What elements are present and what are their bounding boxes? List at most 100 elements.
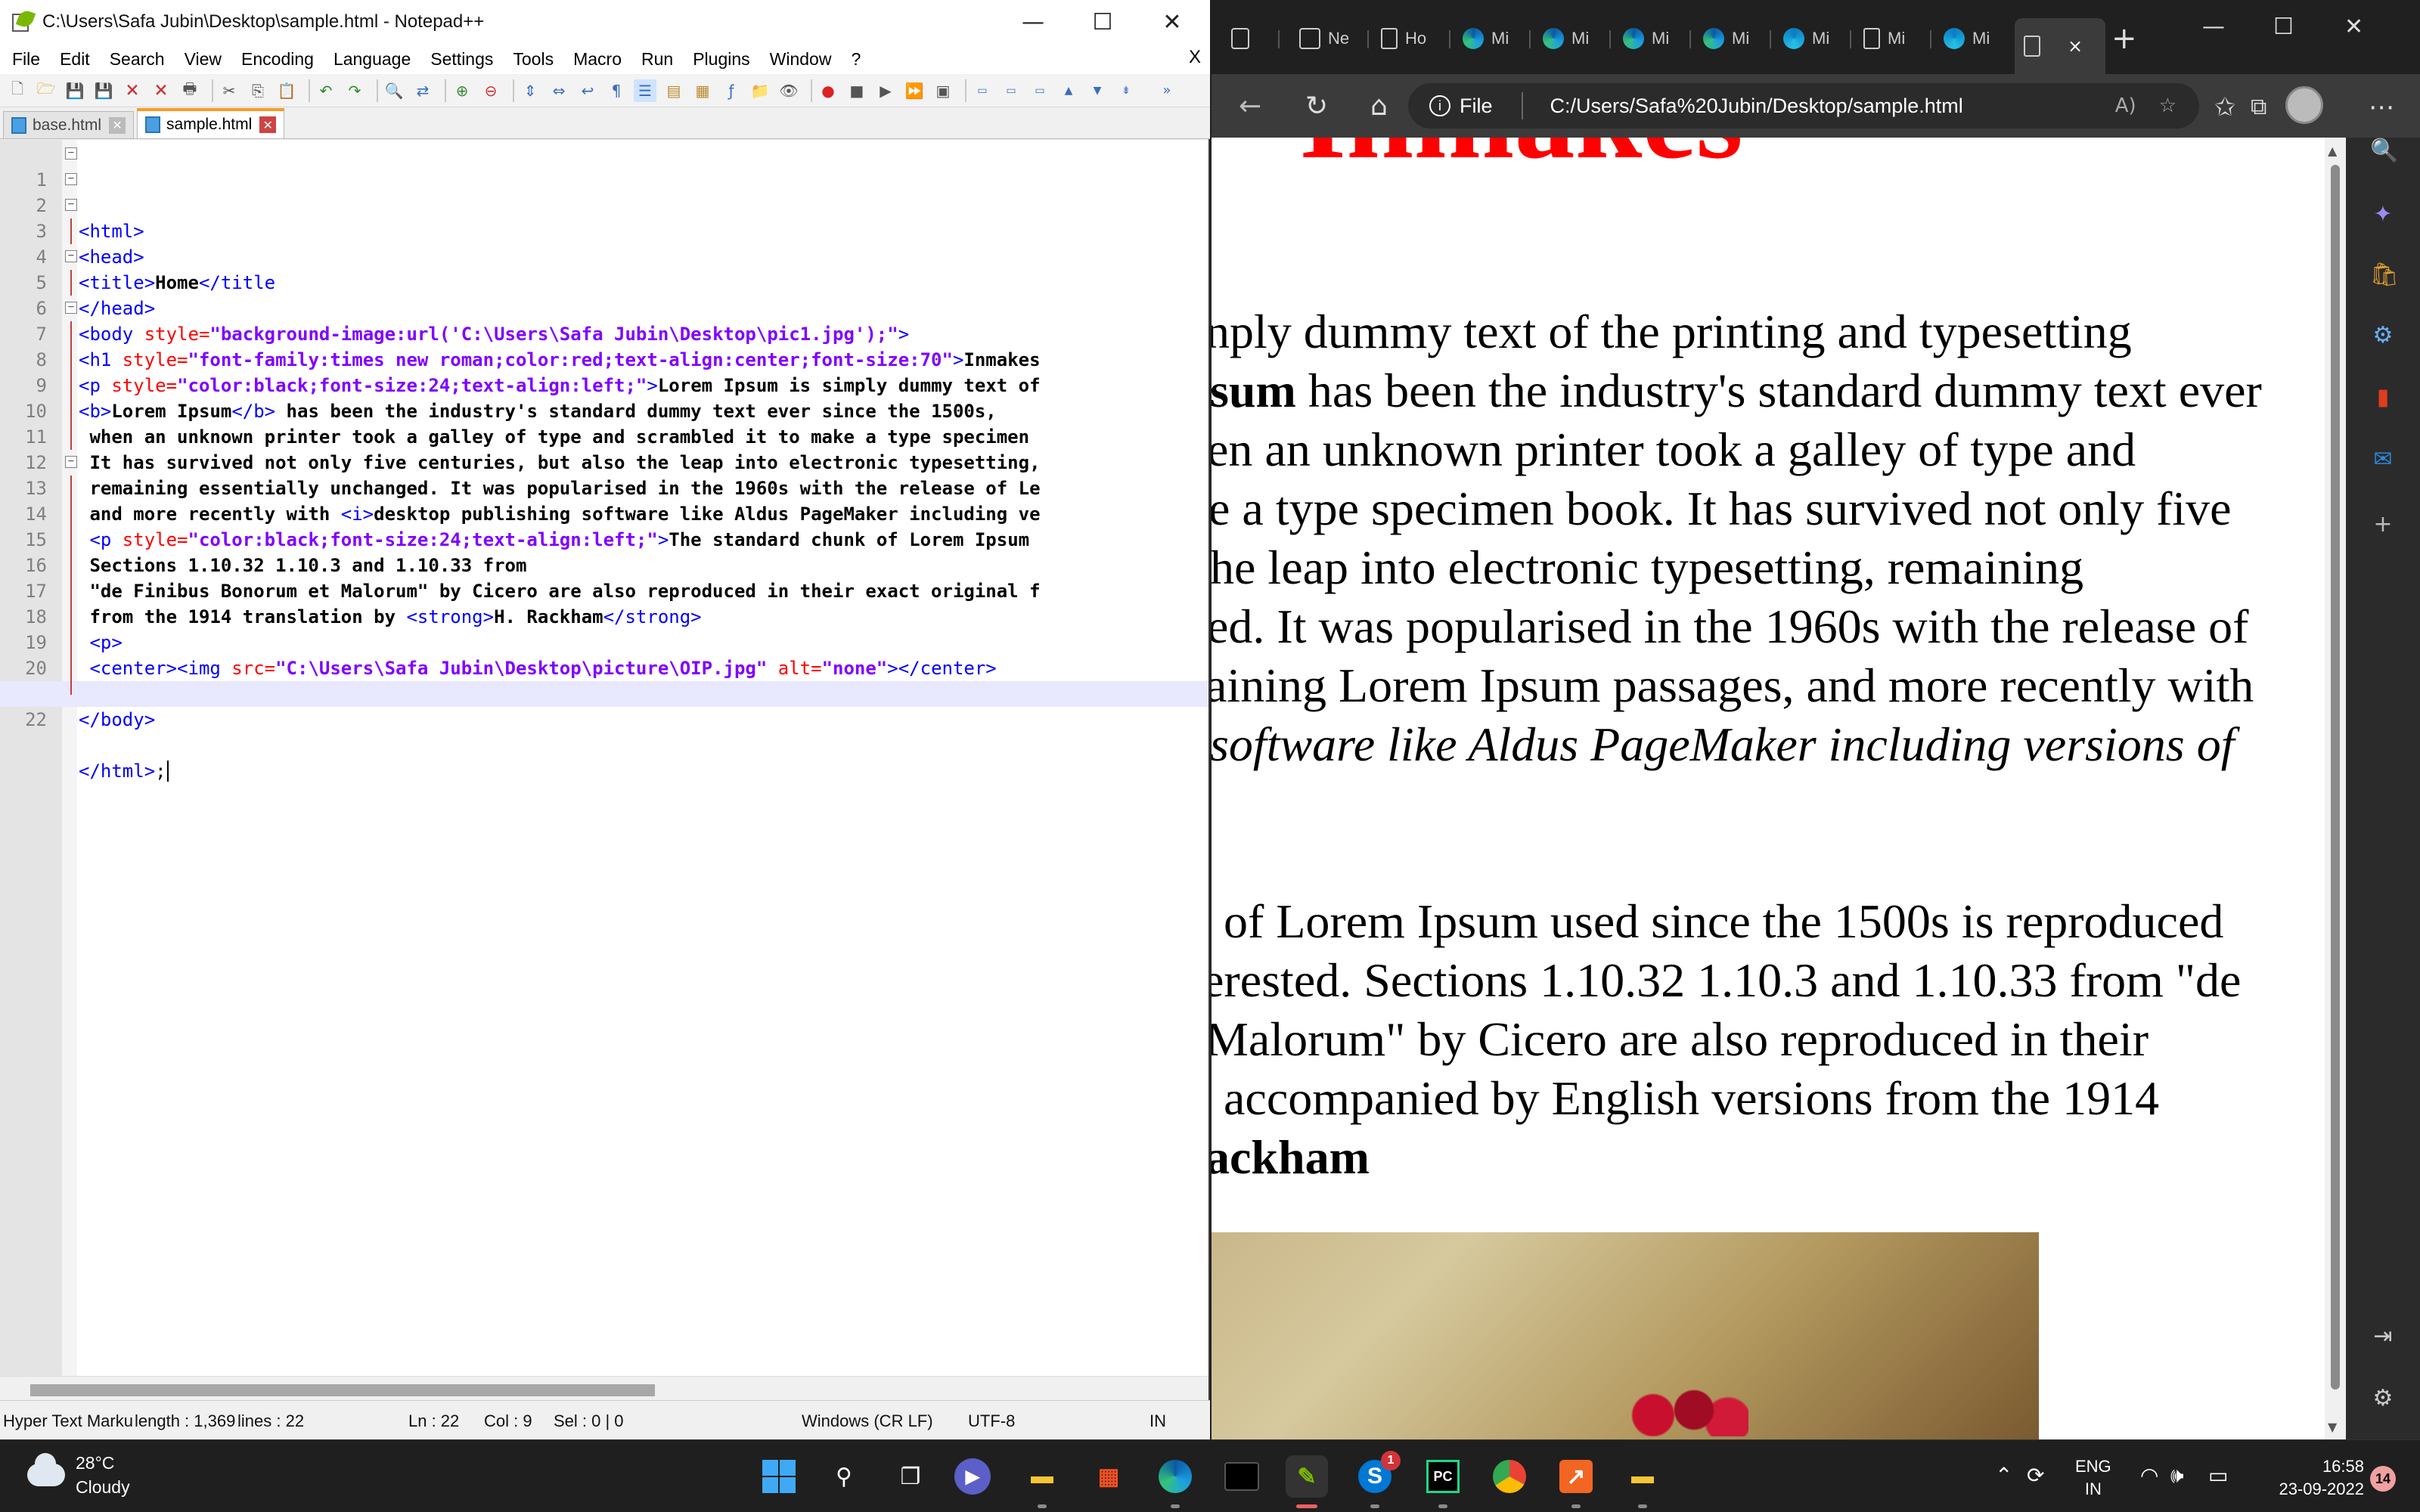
plugin-icon-4[interactable]: ⇟ [1115,79,1137,102]
refresh-button[interactable]: ↻ [1305,91,1328,122]
battery-icon[interactable]: ▭ [2208,1463,2228,1488]
zoom-out-icon[interactable]: ⊖ [479,79,502,102]
hide-sidebar-icon[interactable]: ⇥ [2370,1323,2396,1349]
edge-button[interactable] [1154,1455,1196,1508]
fold-toggle-icon[interactable]: − [65,302,77,314]
weather-widget[interactable]: 28°C Cloudy [27,1451,130,1499]
browser-tab[interactable]: Mi [1934,18,2013,59]
menu-plugins[interactable]: Plugins [693,49,749,70]
chat-button[interactable]: ▶ [954,1458,991,1495]
fold-toggle-icon[interactable]: − [65,456,77,468]
pinned-app-button[interactable]: ↗ [1555,1455,1597,1508]
menu-help[interactable]: ? [851,49,861,70]
search-icon[interactable]: 🔍 [2370,138,2398,164]
tab-base-html[interactable]: base.html ✕ [3,111,135,138]
menu-edit[interactable]: Edit [60,49,90,70]
browser-tab[interactable]: Mi [1854,18,1933,59]
web-page-viewport[interactable]: Inmakes nply dummy text of the printing … [1212,138,2325,1439]
task-view-button[interactable]: ❐ [889,1455,932,1498]
menu-language[interactable]: Language [334,49,411,70]
site-info-icon[interactable]: i [1429,95,1450,116]
save-all-icon[interactable]: 💾 [92,79,115,102]
notepadpp-button[interactable]: ✎ [1286,1455,1328,1508]
close-file-icon[interactable]: 🗙 [121,79,144,102]
paste-icon[interactable]: 📋 [275,79,298,102]
monitoring-icon[interactable]: 👁 [777,79,800,102]
read-aloud-icon[interactable]: A) [2115,94,2136,117]
menu-settings[interactable]: Settings [430,49,493,70]
minimize-button[interactable]: — [998,0,1068,44]
menu-view[interactable]: View [185,49,222,70]
menu-run[interactable]: Run [641,49,673,70]
add-favorite-icon[interactable]: ☆ [2159,94,2176,117]
add-sidebar-app-icon[interactable]: + [2370,511,2396,538]
word-wrap-icon[interactable]: ↩ [576,79,599,102]
arrow-down-icon[interactable]: ▼ [1086,79,1109,102]
folder-workspace-icon[interactable]: 📁 [749,79,771,102]
browser-tab[interactable]: Mi [1534,18,1612,59]
print-icon[interactable]: 🖶 [178,79,201,102]
cut-icon[interactable]: ✂ [218,79,240,102]
replace-icon[interactable]: ⇄ [411,79,434,102]
office-icon[interactable]: ▮ [2370,384,2396,411]
browser-tab-active[interactable]: × [2015,18,2105,74]
fold-toggle-icon[interactable]: − [65,173,77,185]
plugin-icon-1[interactable]: ▭ [971,79,994,102]
fold-toggle-icon[interactable]: − [65,250,77,262]
close-tab-icon[interactable]: × [2068,36,2083,57]
status-encoding[interactable]: UTF-8 [968,1411,1015,1431]
tab-close-icon[interactable]: ✕ [259,116,277,133]
settings-more-icon[interactable]: ⋯ [2369,92,2394,122]
open-file-icon[interactable]: 🗁 [35,79,57,102]
pycharm-button[interactable]: PC [1422,1455,1464,1508]
maximize-button[interactable]: ☐ [1068,0,1137,44]
function-list-icon[interactable]: ƒ [720,79,743,102]
shopping-icon[interactable]: 🛍 [2370,262,2399,288]
play-macro-icon[interactable]: ▶ [874,79,897,102]
onedrive-files-button[interactable]: ▬ [1621,1455,1664,1508]
favorites-icon[interactable]: ✩ [2214,92,2236,122]
skype-button[interactable]: S1 [1354,1451,1401,1508]
sync-vertical-icon[interactable]: ⇕ [519,79,541,102]
input-language[interactable]: ENG IN [2075,1455,2111,1501]
show-hidden-icons-icon[interactable]: ⌃ [1995,1463,2012,1488]
tab-sample-html[interactable]: sample.html ✕ [137,108,285,138]
doc-map-icon[interactable]: ▦ [691,79,714,102]
horizontal-scrollbar[interactable] [0,1376,1208,1400]
npp-title-bar[interactable]: C:\Users\Safa Jubin\Desktop\sample.html … [0,0,1210,44]
address-bar[interactable]: i File C:/Users/Safa%20Jubin/Desktop/sam… [1408,83,2199,129]
toolbar-overflow-icon[interactable]: » [1156,79,1178,102]
menu-tools[interactable]: Tools [513,49,554,70]
scroll-thumb[interactable] [2331,165,2340,1390]
indent-guide-icon[interactable]: ☰ [634,79,656,102]
tools-icon[interactable]: ⚙ [2370,322,2396,349]
tab-close-icon[interactable]: ✕ [109,116,126,134]
status-insert-mode[interactable]: IN [1150,1411,1166,1431]
code-editor[interactable]: 1 − <html> 2 − <head> 3 − <title>Home</t… [0,140,1208,1376]
plugin-icon-3[interactable]: ▭ [1028,79,1051,102]
browser-tab[interactable]: Ne [1290,18,1369,59]
discover-icon[interactable]: ✦ [2370,201,2396,228]
scroll-up-icon[interactable]: ▲ [2328,144,2337,158]
clock[interactable]: 16:58 23-09-2022 [2258,1455,2364,1501]
menu-file[interactable]: File [12,49,40,70]
new-tab-button[interactable]: + [2111,21,2137,56]
search-button[interactable]: ⚲ [823,1455,865,1498]
find-icon[interactable]: 🔍 [383,79,405,102]
close-button[interactable]: ✕ [1137,0,1207,44]
page-vertical-scrollbar[interactable]: ▲ ▼ [2325,138,2346,1439]
sidebar-settings-icon[interactable]: ⚙ [2370,1385,2396,1411]
copy-icon[interactable]: ⎘ [247,79,269,102]
terminal-button[interactable] [1221,1455,1263,1498]
redo-icon[interactable]: ↷ [343,79,366,102]
sync-icon[interactable]: ⟳ [2027,1463,2044,1488]
minimize-button[interactable]: — [2202,14,2225,40]
record-macro-icon[interactable]: ● [817,79,839,102]
start-button[interactable] [758,1455,800,1498]
browser-tab[interactable]: Mi [1614,18,1692,59]
microsoft-store-button[interactable]: ▦ [1087,1455,1130,1498]
show-all-chars-icon[interactable]: ¶ [605,79,628,102]
zoom-in-icon[interactable]: ⊕ [451,79,473,102]
browser-tab[interactable]: Mi [1694,18,1773,59]
file-explorer-button[interactable]: ▬ [1021,1455,1063,1508]
